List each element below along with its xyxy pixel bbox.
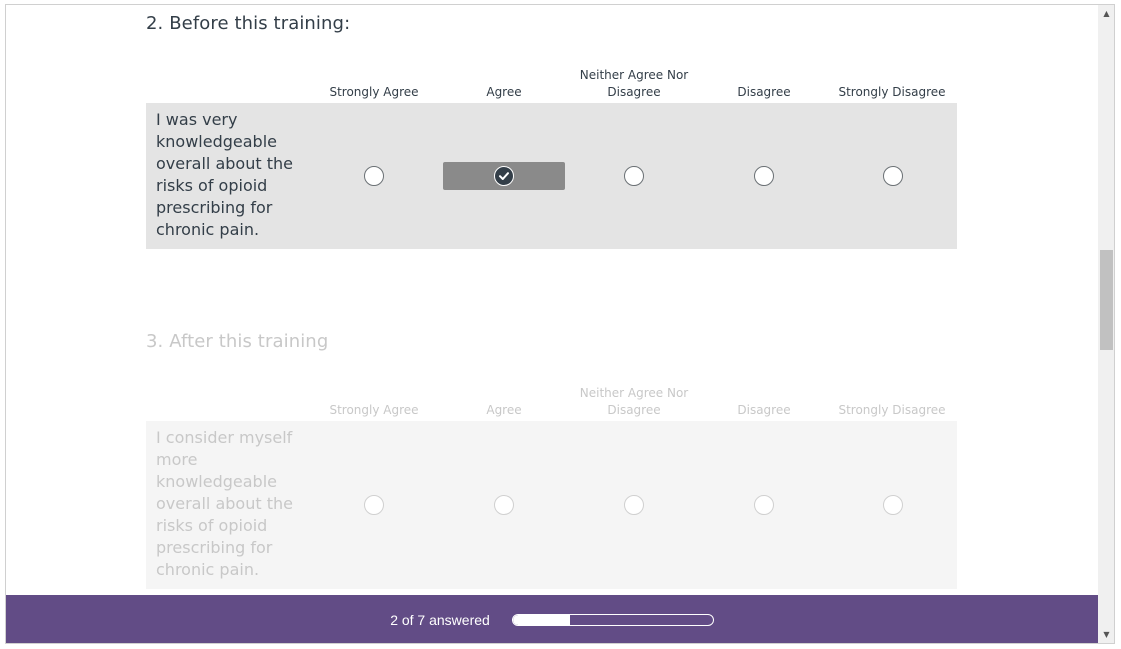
q2-radio-neither[interactable] <box>624 166 644 186</box>
q2-matrix-row: I was very knowledgeable overall about t… <box>146 103 957 249</box>
q3-radio-agree[interactable] <box>494 495 514 515</box>
q3-matrix-row: I consider myself more knowledgeable ove… <box>146 421 957 589</box>
q3-column-header-neither: Neither Agree Nor Disagree <box>579 386 689 417</box>
progress-footer: 2 of 7 answered <box>6 595 1098 643</box>
vertical-scrollbar[interactable]: ▲ ▼ <box>1098 5 1114 643</box>
q2-radio-strongly-agree[interactable] <box>364 166 384 186</box>
scroll-up-icon[interactable]: ▲ <box>1098 5 1114 22</box>
q3-column-header-strongly-agree: Strongly Agree <box>329 403 419 417</box>
q2-column-header-disagree: Disagree <box>737 85 791 99</box>
q3-radio-strongly-disagree[interactable] <box>883 495 903 515</box>
q2-column-header-neither: Neither Agree Nor Disagree <box>579 68 689 99</box>
scrollbar-thumb[interactable] <box>1100 250 1113 350</box>
q3-row-label: I consider myself more knowledgeable ove… <box>156 428 293 579</box>
question-3-title: 3. After this training <box>146 331 329 352</box>
q3-radio-disagree[interactable] <box>754 495 774 515</box>
q2-column-header-agree: Agree <box>486 85 522 99</box>
q3-radio-strongly-agree[interactable] <box>364 495 384 515</box>
q2-radio-disagree[interactable] <box>754 166 774 186</box>
q3-column-header-disagree: Disagree <box>737 403 791 417</box>
q3-column-header-agree: Agree <box>486 403 522 417</box>
q2-column-header-strongly-disagree: Strongly Disagree <box>838 85 946 99</box>
progress-text: 2 of 7 answered <box>390 612 490 628</box>
progress-bar-fill <box>512 615 570 625</box>
q3-column-header-strongly-disagree: Strongly Disagree <box>838 403 946 417</box>
progress-bar <box>511 614 714 626</box>
q2-row-label: I was very knowledgeable overall about t… <box>156 110 293 239</box>
survey-window: 2. Before this training: Strongly Agree … <box>5 4 1115 644</box>
q3-radio-neither[interactable] <box>624 495 644 515</box>
question-2-title: 2. Before this training: <box>146 13 351 34</box>
checkmark-icon <box>494 166 514 186</box>
q2-radio-agree-selected[interactable] <box>443 162 565 190</box>
q2-column-header-strongly-agree: Strongly Agree <box>329 85 419 99</box>
q2-radio-strongly-disagree[interactable] <box>883 166 903 186</box>
survey-content: 2. Before this training: Strongly Agree … <box>6 5 1098 595</box>
scroll-down-icon[interactable]: ▼ <box>1098 626 1114 643</box>
